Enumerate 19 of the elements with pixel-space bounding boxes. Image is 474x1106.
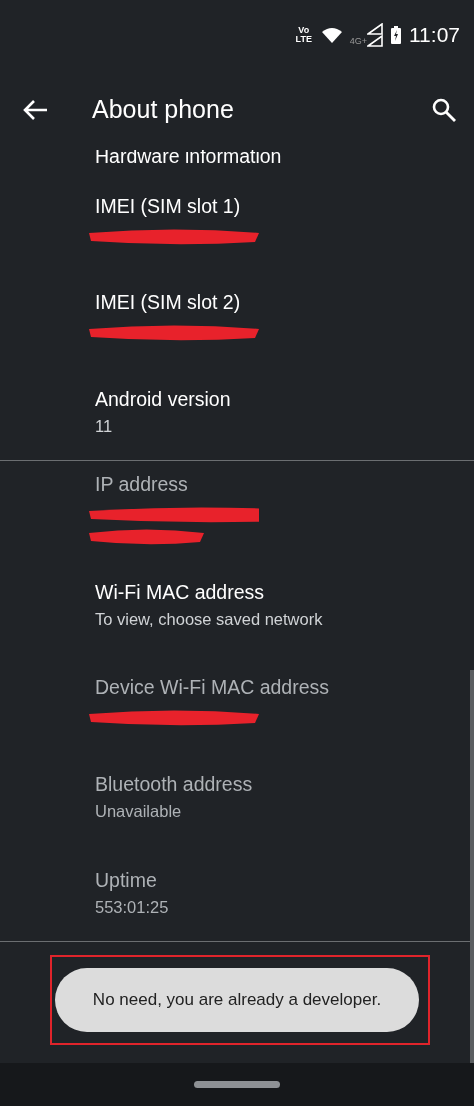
network-type-label: 4G+	[349, 34, 367, 48]
item-title[interactable]: IMEI (SIM slot 1)	[95, 192, 474, 222]
back-arrow-icon[interactable]	[22, 99, 48, 121]
item-summary: 11	[95, 416, 114, 438]
signal-icon	[367, 23, 383, 47]
volte-indicator: Vo LTE	[294, 26, 313, 44]
battery-icon	[391, 26, 401, 44]
item-summary: Unavailable	[95, 801, 183, 823]
wifi-icon	[321, 27, 342, 43]
search-icon[interactable]	[432, 98, 456, 122]
item-summary: To view, choose saved network	[95, 609, 324, 631]
page-title: About phone	[92, 94, 235, 126]
toast-message: No need, you are already a developer.	[55, 968, 419, 1032]
item-title[interactable]: Android version	[95, 385, 474, 415]
item-title[interactable]: IMEI (SIM slot 2)	[95, 288, 474, 318]
clock-time: 11:07	[409, 22, 460, 49]
home-handle[interactable]	[194, 1081, 280, 1088]
item-summary: 553:01:25	[95, 897, 170, 919]
item-title[interactable]: Wi-Fi MAC address	[95, 578, 474, 608]
